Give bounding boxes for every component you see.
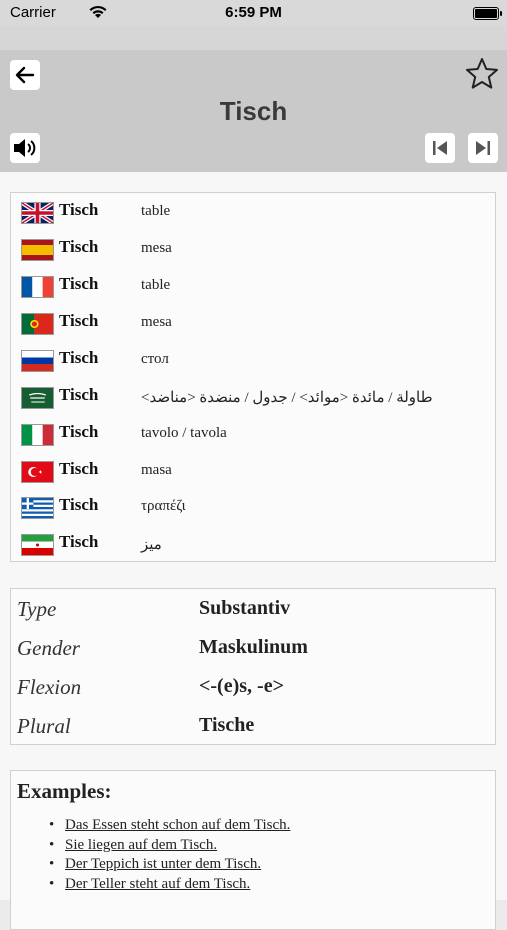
grammar-value: Maskulinum — [199, 636, 308, 658]
source-word: Tisch — [59, 459, 99, 478]
grammar-value: Tische — [199, 714, 255, 736]
source-word: Tisch — [59, 385, 99, 404]
speaker-icon — [14, 139, 36, 157]
example-text[interactable]: Der Teppich ist unter dem Tisch. — [65, 856, 261, 872]
top-band — [0, 26, 507, 50]
skip-previous-icon — [433, 141, 447, 155]
translation-text: mesa — [141, 314, 172, 330]
russia-flag-icon — [21, 350, 54, 372]
example-item[interactable]: Sie liegen auf dem Tisch. — [37, 837, 290, 857]
translation-text: میز — [141, 537, 162, 553]
translation-row-persian: Tisch میز — [11, 529, 495, 565]
translation-text: <طاولة / مائدة <موائد> / جدول / منضدة <م… — [141, 390, 433, 406]
source-word: Tisch — [59, 422, 99, 441]
grammar-label: Flexion — [17, 675, 82, 699]
source-word: Tisch — [59, 532, 99, 551]
play-sound-button[interactable] — [10, 133, 40, 163]
translation-row-portuguese: Tisch mesa — [11, 308, 495, 344]
grammar-row-plural: Plural Tische — [11, 708, 495, 746]
greece-flag-icon — [21, 497, 54, 519]
spain-flag-icon — [21, 239, 54, 261]
grammar-value: <-(e)s, -e> — [199, 675, 284, 697]
translation-row-arabic: Tisch <طاولة / مائدة <موائد> / جدول / من… — [11, 382, 495, 418]
uk-flag-icon — [21, 202, 54, 224]
examples-list: Das Essen steht schon auf dem Tisch. Sie… — [37, 817, 290, 895]
translation-row-italian: Tisch tavolo / tavola — [11, 419, 495, 455]
saudi-flag-icon — [21, 387, 54, 409]
grammar-row-gender: Gender Maskulinum — [11, 630, 495, 668]
grammar-row-flexion: Flexion <-(e)s, -e> — [11, 669, 495, 707]
translation-row-english: Tisch table — [11, 197, 495, 233]
translation-row-russian: Tisch стол — [11, 345, 495, 381]
source-word: Tisch — [59, 311, 99, 330]
examples-panel: Examples: Das Essen steht schon auf dem … — [10, 770, 496, 930]
battery-icon — [473, 7, 502, 20]
grammar-value: Substantiv — [199, 597, 291, 619]
status-bar: Carrier 6:59 PM — [0, 0, 507, 26]
grammar-label: Type — [17, 597, 57, 621]
back-arrow-icon — [15, 66, 35, 84]
translation-row-spanish: Tisch mesa — [11, 234, 495, 270]
iran-flag-icon — [21, 534, 54, 556]
example-text[interactable]: Das Essen steht schon auf dem Tisch. — [65, 817, 290, 833]
favorite-star-icon[interactable] — [464, 56, 500, 92]
source-word: Tisch — [59, 348, 99, 367]
source-word: Tisch — [59, 237, 99, 256]
example-text[interactable]: Sie liegen auf dem Tisch. — [65, 837, 217, 853]
source-word: Tisch — [59, 495, 99, 514]
portugal-flag-icon — [21, 313, 54, 335]
translation-text: mesa — [141, 240, 172, 256]
back-button[interactable] — [10, 60, 40, 90]
source-word: Tisch — [59, 274, 99, 293]
translation-row-greek: Tisch τραπέζι — [11, 492, 495, 528]
skip-next-icon — [476, 141, 490, 155]
turkey-flag-icon — [21, 461, 54, 483]
translation-text: table — [141, 203, 171, 219]
translation-row-french: Tisch table — [11, 271, 495, 307]
italy-flag-icon — [21, 424, 54, 446]
example-item[interactable]: Der Teppich ist unter dem Tisch. — [37, 856, 290, 876]
translation-text: tavolo / tavola — [141, 425, 227, 441]
france-flag-icon — [21, 276, 54, 298]
translation-text: masa — [141, 462, 172, 478]
example-text[interactable]: Der Teller steht auf dem Tisch. — [65, 876, 250, 892]
grammar-row-type: Type Substantiv — [11, 591, 495, 629]
translation-text: table — [141, 277, 171, 293]
example-item[interactable]: Das Essen steht schon auf dem Tisch. — [37, 817, 290, 837]
grammar-label: Plural — [17, 714, 71, 738]
examples-heading: Examples: — [17, 779, 112, 803]
translations-panel: Tisch table Tisch mesa Tisch table Tisch… — [10, 192, 496, 562]
translation-row-turkish: Tisch masa — [11, 456, 495, 492]
next-word-button[interactable] — [468, 133, 498, 163]
translation-text: стол — [141, 351, 169, 367]
previous-word-button[interactable] — [425, 133, 455, 163]
content-area: Tisch table Tisch mesa Tisch table Tisch… — [0, 172, 507, 930]
grammar-panel: Type Substantiv Gender Maskulinum Flexio… — [10, 588, 496, 745]
example-item[interactable]: Der Teller steht auf dem Tisch. — [37, 876, 290, 896]
status-time: 6:59 PM — [225, 4, 282, 21]
translation-text: τραπέζι — [141, 498, 186, 514]
word-title: Tisch — [219, 96, 288, 126]
source-word: Tisch — [59, 200, 99, 219]
grammar-label: Gender — [17, 636, 80, 660]
